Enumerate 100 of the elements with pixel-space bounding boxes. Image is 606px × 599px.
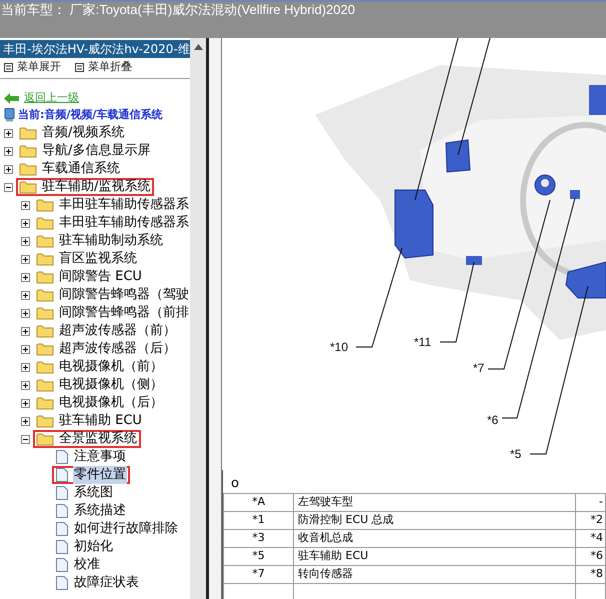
tree-item[interactable]: 间隙警告 ECU — [33, 268, 146, 286]
tree-item[interactable]: 电视摄像机（侧） — [33, 376, 167, 394]
tree-item[interactable]: 丰田驻车辅助传感器系 — [33, 196, 190, 214]
scrollbar[interactable] — [190, 38, 206, 599]
splitter-bar[interactable] — [206, 38, 222, 599]
expand-icon[interactable] — [21, 344, 30, 354]
tree-item[interactable]: 盲区监视系统 — [33, 250, 141, 268]
folder-icon — [36, 288, 54, 302]
expand-icon[interactable] — [21, 200, 30, 210]
sidebar-header: 丰田-埃尔法HV-威尔法hv-2020-维 — [0, 40, 190, 58]
expand-icon[interactable] — [21, 272, 30, 282]
list-icon — [75, 63, 84, 72]
document-icon — [55, 539, 69, 555]
folder-icon — [36, 342, 54, 356]
table-cell: 防滑控制 ECU 总成 — [294, 512, 576, 530]
expand-icon[interactable] — [21, 362, 30, 372]
callout-label: *5 — [510, 447, 522, 461]
table-cell: 驻车辅助 ECU — [294, 548, 576, 566]
folder-icon — [36, 432, 54, 446]
table-cell: *7 — [224, 566, 294, 584]
expand-icon[interactable] — [4, 128, 13, 138]
folder-icon — [19, 180, 37, 194]
list-icon — [4, 63, 13, 72]
tree-item[interactable]: 驻车辅助 ECU — [33, 412, 146, 430]
table-cell: 转向传感器 — [294, 566, 576, 584]
table-cell: 左驾驶车型 — [294, 494, 576, 512]
figure-caption: o — [231, 476, 239, 491]
tree-item[interactable]: 注意事项 — [52, 448, 130, 466]
expand-icon[interactable] — [4, 164, 13, 174]
tree-item[interactable]: 车载通信系统 — [16, 160, 124, 178]
expand-icon[interactable] — [21, 218, 30, 228]
table-cell: *5 — [224, 548, 294, 566]
collapse-icon[interactable] — [4, 182, 13, 192]
table-cell: *4 — [576, 530, 606, 548]
tree-item[interactable]: 间隙警告蜂鸣器（驾驶 — [33, 286, 190, 304]
computer-icon — [4, 108, 15, 122]
callout-label: *11 — [414, 335, 432, 349]
tree-item[interactable]: 校准 — [52, 556, 104, 574]
document-icon — [55, 521, 69, 537]
tree-item[interactable]: 系统图 — [52, 484, 117, 502]
menu-toggle-button[interactable]: 菜单展开 — [4, 59, 61, 76]
back-link[interactable]: 返回上一级 — [24, 90, 79, 106]
tree-item[interactable]: 零件位置 — [52, 466, 130, 484]
folder-icon — [36, 414, 54, 428]
tree-item[interactable]: 初始化 — [52, 538, 117, 556]
expand-icon[interactable] — [21, 326, 30, 336]
table-cell: - — [576, 494, 606, 512]
folder-icon — [19, 144, 37, 158]
tree-item[interactable]: 电视摄像机（前） — [33, 358, 167, 376]
expand-icon[interactable] — [21, 254, 30, 264]
table-cell: 收音机总成 — [294, 530, 576, 548]
document-icon — [55, 467, 69, 483]
tree-item[interactable]: 导航/多信息显示屏 — [16, 142, 154, 160]
callout-label: *10 — [330, 340, 348, 354]
tree-item[interactable]: 间隙警告蜂鸣器（前排 — [33, 304, 190, 322]
tree-item[interactable]: 超声波传感器（后） — [33, 340, 180, 358]
menu-toggle-button[interactable]: 菜单折叠 — [75, 59, 132, 76]
table-cell: *6 — [576, 548, 606, 566]
folder-icon — [36, 270, 54, 284]
expand-icon[interactable] — [21, 398, 30, 408]
callout-label: *6 — [487, 413, 498, 427]
folder-icon — [36, 234, 54, 248]
tree-item[interactable]: 驻车辅助/监视系统 — [16, 178, 154, 196]
folder-icon — [36, 198, 54, 212]
folder-icon — [36, 306, 54, 320]
window-title: 当前车型： 厂家:Toyota(丰田)威尔法混动(Vellfire Hybrid)2020 — [1, 2, 356, 18]
folder-icon — [36, 378, 54, 392]
expand-icon[interactable] — [21, 290, 30, 300]
folder-icon — [36, 396, 54, 410]
left-arrow-icon — [4, 92, 20, 104]
table-cell: *A — [224, 494, 294, 512]
tree-item[interactable]: 驻车辅助制动系统 — [33, 232, 167, 250]
folder-icon — [19, 126, 37, 140]
table-cell: *1 — [224, 512, 294, 530]
folder-icon — [19, 162, 37, 176]
tree-item[interactable]: 如何进行故障排除 — [52, 520, 182, 538]
expand-icon[interactable] — [21, 416, 30, 426]
current-path: 当前:音频/视频/车载通信系统 — [18, 106, 162, 123]
tree-item[interactable]: 音频/视频系统 — [16, 124, 128, 142]
tree-item[interactable]: 超声波传感器（前） — [33, 322, 180, 340]
document-icon — [55, 485, 69, 501]
callout-label: *7 — [473, 361, 484, 375]
document-icon — [55, 557, 69, 573]
tree-item[interactable]: 全景监视系统 — [33, 430, 141, 448]
folder-icon — [36, 360, 54, 374]
tree-item[interactable]: 故障症状表 — [52, 574, 143, 592]
collapse-icon[interactable] — [21, 434, 30, 444]
document-icon — [55, 575, 69, 591]
scroll-up-icon[interactable] — [194, 44, 202, 50]
expand-icon[interactable] — [4, 146, 13, 156]
expand-icon[interactable] — [21, 380, 30, 390]
tree-item[interactable]: 丰田驻车辅助传感器系 — [33, 214, 190, 232]
tree-item[interactable]: 电视摄像机（后） — [33, 394, 167, 412]
table-cell: *8 — [576, 566, 606, 584]
tree-item[interactable]: 系统描述 — [52, 502, 130, 520]
expand-icon[interactable] — [21, 236, 30, 246]
expand-icon[interactable] — [21, 308, 30, 318]
table-cell: *2 — [576, 512, 606, 530]
folder-icon — [36, 216, 54, 230]
table-cell: *3 — [224, 530, 294, 548]
